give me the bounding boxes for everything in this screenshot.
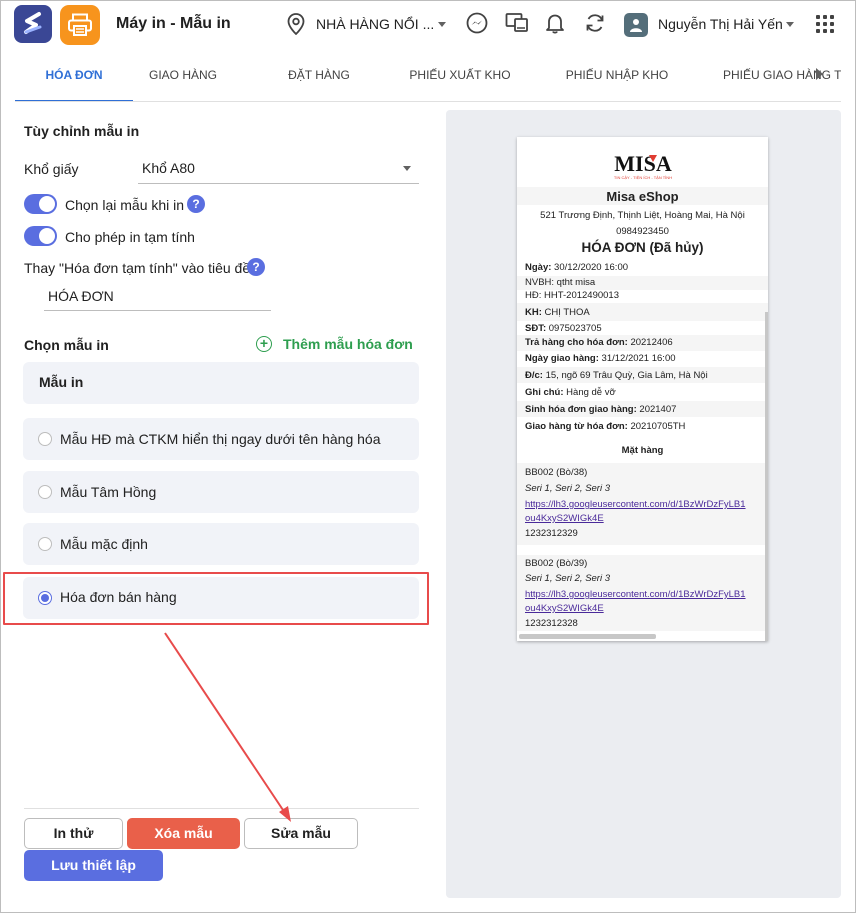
svg-text:MISA: MISA: [614, 151, 672, 176]
tab-dat-hang[interactable]: ĐẶT HÀNG: [269, 50, 369, 101]
receipt-item-link[interactable]: https://lh3.googleusercontent.com/d/1BzW…: [525, 499, 746, 510]
template-item[interactable]: Mẫu Tâm Hồng: [23, 471, 419, 513]
sync-icon[interactable]: [584, 12, 606, 34]
messenger-icon[interactable]: [466, 12, 488, 34]
allow-temp-print-toggle[interactable]: [24, 226, 57, 246]
settings-title: Tùy chỉnh mẫu in: [24, 123, 140, 139]
receipt-return: Trả hàng cho hóa đơn: 20212406: [525, 337, 673, 348]
receipt-delivery-address: Đ/c: 15, ngõ 69 Trâu Quỳ, Gia Lâm, Hà Nộ…: [525, 370, 708, 381]
horizontal-scrollbar[interactable]: [519, 634, 656, 639]
tab-giao-hang[interactable]: GIAO HÀNG: [133, 50, 233, 101]
tab-bar: HÓA ĐƠN GIAO HÀNG ĐẶT HÀNG PHIẾU XUẤT KH…: [15, 50, 841, 102]
bell-icon[interactable]: [545, 12, 565, 34]
chevron-down-icon[interactable]: [786, 22, 794, 27]
tab-hoa-don[interactable]: HÓA ĐƠN: [15, 50, 133, 101]
branch-selector[interactable]: NHÀ HÀNG NỔI ...: [316, 16, 434, 32]
paper-size-select[interactable]: Khổ A80: [138, 153, 419, 184]
title-input-value: HÓA ĐƠN: [48, 288, 114, 304]
paper-size-label: Khổ giấy: [24, 161, 79, 177]
test-print-button[interactable]: In thử: [24, 818, 123, 849]
receipt-customer: KH: CHỊ THOA: [525, 307, 590, 318]
receipt-from-invoice: Giao hàng từ hóa đơn: 20210705TH: [525, 421, 686, 432]
save-settings-button[interactable]: Lưu thiết lập: [24, 850, 163, 881]
receipt-address: 521 Trương Định, Thịnh Liệt, Hoàng Mai, …: [540, 210, 745, 221]
template-item[interactable]: Mẫu HĐ mà CTKM hiển thị ngay dưới tên hà…: [23, 418, 419, 460]
receipt-phone: 0984923450: [616, 226, 669, 237]
template-item[interactable]: Mẫu mặc định: [23, 523, 419, 565]
tab-scroll-right-icon[interactable]: [816, 68, 823, 80]
chevron-down-icon[interactable]: [438, 22, 446, 27]
add-invoice-template-link[interactable]: + Thêm mẫu hóa đơn: [256, 336, 413, 352]
receipt-code: HĐ: HHT-2012490013: [525, 290, 619, 301]
receipt-item-barcode: 1232312328: [525, 618, 578, 629]
receipt-item-link[interactable]: ou4KxyS2WIGk4E: [525, 603, 604, 614]
receipt-customer-phone: SĐT: 0975023705: [525, 323, 602, 334]
tab-phieu-giao-hang[interactable]: PHIẾU GIAO HÀNG TR: [723, 50, 841, 101]
reselect-template-label: Chọn lại mẫu khi in: [65, 197, 185, 213]
title-input[interactable]: HÓA ĐƠN: [44, 281, 271, 311]
tab-phieu-xuat-kho[interactable]: PHIẾU XUẤT KHO: [400, 50, 520, 101]
choose-template-title: Chọn mẫu in: [24, 337, 109, 353]
template-item-label: Mẫu HĐ mà CTKM hiển thị ngay dưới tên hà…: [60, 431, 381, 447]
receipt-delivery-date: Ngày giao hàng: 31/12/2021 16:00: [525, 353, 676, 364]
receipt-note: Ghi chú: Hàng dễ vỡ: [525, 387, 616, 398]
allow-temp-print-label: Cho phép in tạm tính: [65, 229, 195, 245]
printer-icon: [60, 5, 100, 45]
misa-logo: MISA TIN CẬY - TIỆN ÍCH - TẬN TÌNH: [614, 151, 672, 180]
receipt-staff: NVBH: qtht misa: [525, 277, 596, 288]
template-item-label: Mẫu mặc định: [60, 536, 148, 552]
template-item-label: Mẫu Tâm Hồng: [60, 484, 157, 500]
receipt-generated-invoice: Sinh hóa đơn giao hàng: 2021407: [525, 404, 677, 415]
add-invoice-template-label: Thêm mẫu hóa đơn: [283, 336, 413, 352]
app-logo-icon[interactable]: [14, 5, 52, 43]
top-bar: Máy in - Mẫu in NHÀ HÀNG NỔI ... Nguyễn …: [0, 0, 856, 50]
tab-phieu-nhap-kho[interactable]: PHIẾU NHẬP KHO: [555, 50, 679, 101]
receipt-preview[interactable]: MISA TIN CẬY - TIỆN ÍCH - TẬN TÌNH Misa …: [517, 137, 768, 641]
paper-size-value: Khổ A80: [142, 160, 195, 176]
receipt-item-link[interactable]: ou4KxyS2WIGk4E: [525, 513, 604, 524]
divider: [24, 808, 419, 809]
template-radio[interactable]: [38, 432, 52, 446]
chevron-down-icon[interactable]: [403, 166, 411, 171]
reselect-template-toggle[interactable]: [24, 194, 57, 214]
apps-grid-icon[interactable]: [816, 15, 834, 33]
receipt-item-barcode: 1232312329: [525, 528, 578, 539]
receipt-items-title: Mặt hàng: [621, 445, 664, 456]
template-radio[interactable]: [38, 485, 52, 499]
annotation-highlight-box: [3, 572, 429, 625]
help-icon[interactable]: ?: [247, 258, 265, 276]
receipt-item-serial: Seri 1, Seri 2, Seri 3: [525, 573, 611, 584]
receipt-item-code: BB002 (Bò/39): [525, 558, 588, 569]
monitor-icon[interactable]: [505, 12, 529, 34]
template-radio[interactable]: [38, 537, 52, 551]
delete-template-button[interactable]: Xóa mẫu: [127, 818, 240, 849]
help-icon[interactable]: ?: [187, 195, 205, 213]
page-title: Máy in - Mẫu in: [116, 15, 231, 32]
vertical-scrollbar[interactable]: [765, 312, 768, 641]
template-list-header: Mẫu in: [23, 362, 419, 404]
receipt-date: Ngày: 30/12/2020 16:00: [525, 262, 629, 273]
plus-circle-icon: +: [256, 336, 272, 352]
avatar[interactable]: [624, 13, 648, 37]
svg-text:TIN CẬY - TIỆN ÍCH - TẬN TÌNH: TIN CẬY - TIỆN ÍCH - TẬN TÌNH: [614, 175, 672, 180]
receipt-title: HÓA ĐƠN (Đã hủy): [581, 240, 704, 255]
receipt-item-code: BB002 (Bò/38): [525, 467, 588, 478]
location-pin-icon: [287, 13, 305, 35]
receipt-shop-name: Misa eShop: [606, 189, 679, 204]
user-name[interactable]: Nguyễn Thị Hải Yến: [658, 16, 783, 32]
edit-template-button[interactable]: Sửa mẫu: [244, 818, 358, 849]
receipt-item-serial: Seri 1, Seri 2, Seri 3: [525, 483, 611, 494]
rename-title-label: Thay "Hóa đơn tạm tính" vào tiêu đề: [24, 260, 251, 276]
receipt-item-link[interactable]: https://lh3.googleusercontent.com/d/1BzW…: [525, 589, 746, 600]
template-header-label: Mẫu in: [39, 374, 84, 390]
